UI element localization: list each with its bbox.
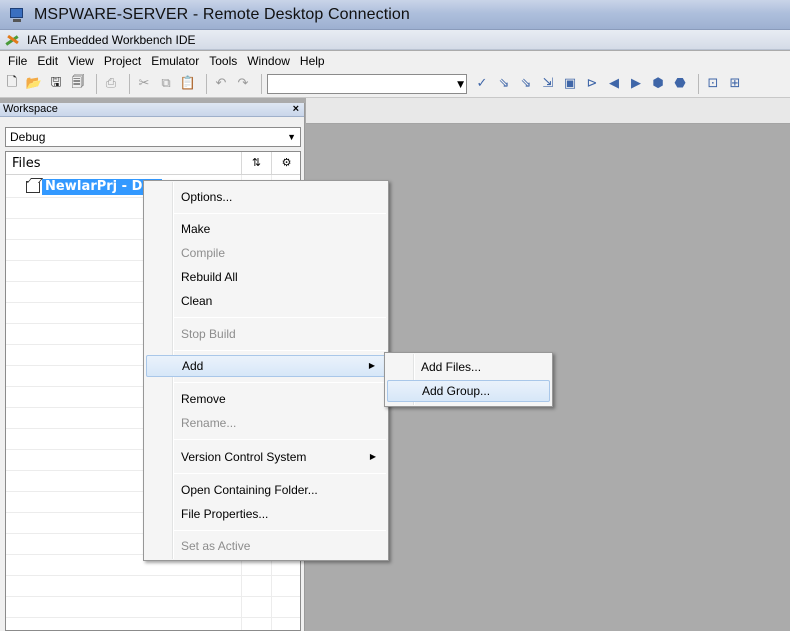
menu-separator [174, 213, 386, 214]
menu-item-file-properties[interactable]: File Properties... [146, 503, 386, 525]
redo-icon[interactable]: ↷ [234, 75, 252, 93]
menu-tools[interactable]: Tools [204, 54, 242, 68]
configuration-value: Debug [10, 130, 46, 144]
new-file-icon[interactable]: 🗋 [3, 75, 21, 93]
menu-item-add-files[interactable]: Add Files... [387, 356, 550, 378]
menu-item-stop-build[interactable]: Stop Build [146, 323, 386, 345]
add-submenu: Add Files... Add Group... [384, 352, 553, 407]
iar-icon [4, 33, 22, 47]
save-all-icon[interactable]: 🗐 [69, 75, 87, 93]
menu-file[interactable]: File [3, 54, 32, 68]
menu-separator [174, 439, 386, 440]
menu-separator [174, 382, 386, 383]
chevron-down-icon[interactable]: ▼ [287, 128, 296, 146]
workspace-header[interactable]: Workspace × [0, 103, 304, 117]
undo-icon[interactable]: ↶ [212, 75, 230, 93]
project-context-menu: Options... Make Compile Rebuild All Clea… [143, 180, 389, 561]
menu-item-remove[interactable]: Remove [146, 388, 386, 410]
submenu-arrow-icon: ▶ [368, 361, 375, 370]
row-divider [6, 575, 300, 576]
navigate-forward-icon[interactable]: ▶ [627, 75, 645, 93]
find-combo[interactable]: ▼ [267, 73, 467, 94]
menu-separator [174, 473, 386, 474]
menu-emulator[interactable]: Emulator [146, 54, 204, 68]
toolbar-separator [96, 73, 97, 94]
menu-item-options[interactable]: Options... [146, 186, 386, 208]
menu-item-set-as-active[interactable]: Set as Active [146, 535, 386, 557]
menu-item-version-control-label: Version Control System [181, 450, 307, 464]
menu-edit[interactable]: Edit [32, 54, 63, 68]
print-icon[interactable]: ⎙ [102, 75, 120, 93]
menu-item-rebuild-all[interactable]: Rebuild All [146, 266, 386, 288]
files-header-label: Files [12, 156, 41, 171]
toolbar-separator [129, 73, 130, 94]
menu-item-make[interactable]: Make [146, 218, 386, 240]
menu-separator [174, 350, 386, 351]
toolbar-separator [261, 73, 262, 94]
submenu-arrow-icon: ▶ [369, 452, 376, 461]
row-divider [6, 617, 300, 618]
configuration-select[interactable]: Debug ▼ [5, 127, 301, 147]
menu-item-add-group[interactable]: Add Group... [387, 380, 550, 402]
debug-icon[interactable]: ⊡ [704, 75, 722, 93]
menu-item-open-containing-folder[interactable]: Open Containing Folder... [146, 479, 386, 501]
sort-icon[interactable]: ⇅ [241, 152, 271, 174]
close-icon[interactable]: × [293, 103, 299, 116]
toolbar-separator [206, 73, 207, 94]
download-debug-icon[interactable]: ⊞ [726, 75, 744, 93]
menu-item-add[interactable]: Add ▶ [146, 355, 386, 377]
replace-icon[interactable]: ⇲ [539, 75, 557, 93]
menu-bar: File Edit View Project Emulator Tools Wi… [0, 51, 790, 70]
workspace-title: Workspace [3, 103, 58, 115]
goto-icon[interactable]: ▣ [561, 75, 579, 93]
menu-item-clean[interactable]: Clean [146, 290, 386, 312]
ide-title-bar[interactable]: IAR Embedded Workbench IDE [0, 30, 790, 50]
find-icon[interactable]: ⇘ [495, 75, 513, 93]
menu-help[interactable]: Help [295, 54, 330, 68]
menu-window[interactable]: Window [242, 54, 295, 68]
toolbar-separator [698, 73, 699, 94]
toolbar: 🗋 📂 🖫 🗐 ⎙ ✂ ⧉ 📋 ↶ ↷ ▼ ✓ ⇘ ⇘ ⇲ ▣ ⊳ ◀ ▶ ⬢ … [0, 70, 790, 98]
make-icon[interactable]: ⬣ [671, 75, 689, 93]
menu-item-add-label: Add [182, 359, 204, 373]
project-icon [26, 181, 40, 193]
row-divider [6, 596, 300, 597]
toggle-bookmark-icon[interactable]: ⊳ [583, 75, 601, 93]
save-icon[interactable]: 🖫 [47, 75, 65, 93]
editor-tab-strip [306, 98, 790, 124]
files-header: Files ⇅ ⚙ [6, 152, 300, 175]
chevron-down-icon[interactable]: ▼ [457, 80, 464, 90]
menu-separator [174, 530, 386, 531]
menu-view[interactable]: View [63, 54, 99, 68]
rdp-title-bar[interactable]: MSPWARE-SERVER - Remote Desktop Connecti… [0, 0, 790, 30]
column-settings-icon[interactable]: ⚙ [271, 152, 301, 174]
cut-icon[interactable]: ✂ [135, 75, 153, 93]
ide-window-title: IAR Embedded Workbench IDE [27, 32, 196, 47]
project-node[interactable]: NewIarPrj - Debug [26, 179, 162, 195]
copy-icon[interactable]: ⧉ [157, 75, 175, 93]
menu-separator [174, 317, 386, 318]
menu-item-version-control[interactable]: Version Control System ▶ [146, 446, 386, 468]
menu-project[interactable]: Project [99, 54, 146, 68]
bookmark-icon[interactable]: ✓ [473, 75, 491, 93]
menu-item-rename[interactable]: Rename... [146, 412, 386, 434]
remote-desktop-icon [8, 7, 26, 23]
paste-icon[interactable]: 📋 [179, 75, 197, 93]
rdp-window-title: MSPWARE-SERVER - Remote Desktop Connecti… [34, 5, 410, 23]
navigate-back-icon[interactable]: ◀ [605, 75, 623, 93]
compile-icon[interactable]: ⬢ [649, 75, 667, 93]
find-next-icon[interactable]: ⇘ [517, 75, 535, 93]
menu-item-compile[interactable]: Compile [146, 242, 386, 264]
open-folder-icon[interactable]: 📂 [25, 75, 43, 93]
